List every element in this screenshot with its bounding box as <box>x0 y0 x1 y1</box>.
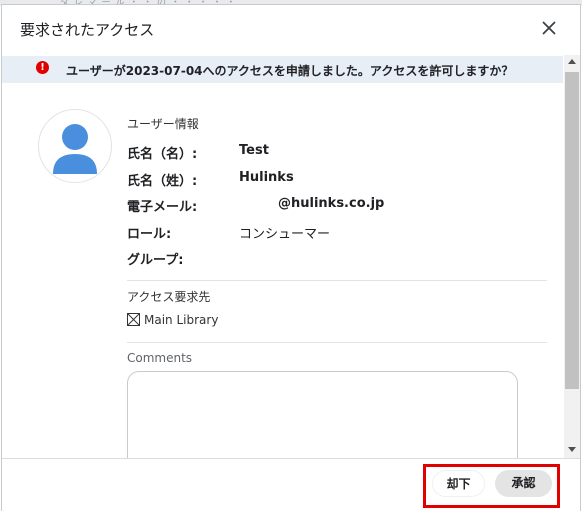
library-item: Main Library <box>127 313 218 327</box>
user-info-heading: ユーザー情報 <box>127 117 199 131</box>
first-name-value: Test <box>239 143 269 158</box>
comments-label: Comments <box>127 351 193 365</box>
last-name-label: 氏名（姓）: <box>127 174 198 189</box>
email-label: 電子メール: <box>127 200 198 215</box>
close-button[interactable] <box>538 17 560 39</box>
reject-button[interactable]: 却下 <box>432 470 485 497</box>
access-target-heading: アクセス要求先 <box>127 290 211 304</box>
library-box-icon <box>127 313 140 326</box>
divider <box>127 342 547 343</box>
scroll-up-arrow-icon[interactable] <box>568 59 576 64</box>
scrollbar-thumb[interactable] <box>565 72 579 389</box>
alert-icon: ! <box>36 61 49 74</box>
avatar <box>38 109 112 183</box>
approve-button[interactable]: 承認 <box>495 470 552 497</box>
group-label: グループ: <box>127 253 184 268</box>
divider <box>127 280 547 281</box>
role-value: コンシューマー <box>239 227 331 242</box>
dialog-footer: 却下 承認 <box>2 458 580 511</box>
request-banner: ! ユーザーが2023-07-04へのアクセスを申請しました。アクセスを許可しま… <box>2 56 563 83</box>
library-name: Main Library <box>144 313 219 327</box>
banner-message: ユーザーが2023-07-04へのアクセスを申請しました。アクセスを許可しますか… <box>66 64 514 78</box>
close-icon <box>542 21 556 35</box>
comments-textarea[interactable] <box>127 371 518 471</box>
email-value: @hulinks.co.jp <box>278 196 385 211</box>
access-request-dialog: 要求されたアクセス ! ユーザーが2023-07-04へのアクセスを申請しました… <box>1 4 581 511</box>
role-label: ロール: <box>127 227 172 242</box>
scroll-down-arrow-icon[interactable] <box>568 447 576 452</box>
vertical-scrollbar[interactable] <box>564 55 580 458</box>
last-name-value: Hulinks <box>239 170 294 185</box>
first-name-label: 氏名（名）: <box>127 147 198 162</box>
user-icon <box>53 124 97 174</box>
dialog-header: 要求されたアクセス <box>2 5 580 55</box>
dialog-title: 要求されたアクセス <box>20 21 155 39</box>
